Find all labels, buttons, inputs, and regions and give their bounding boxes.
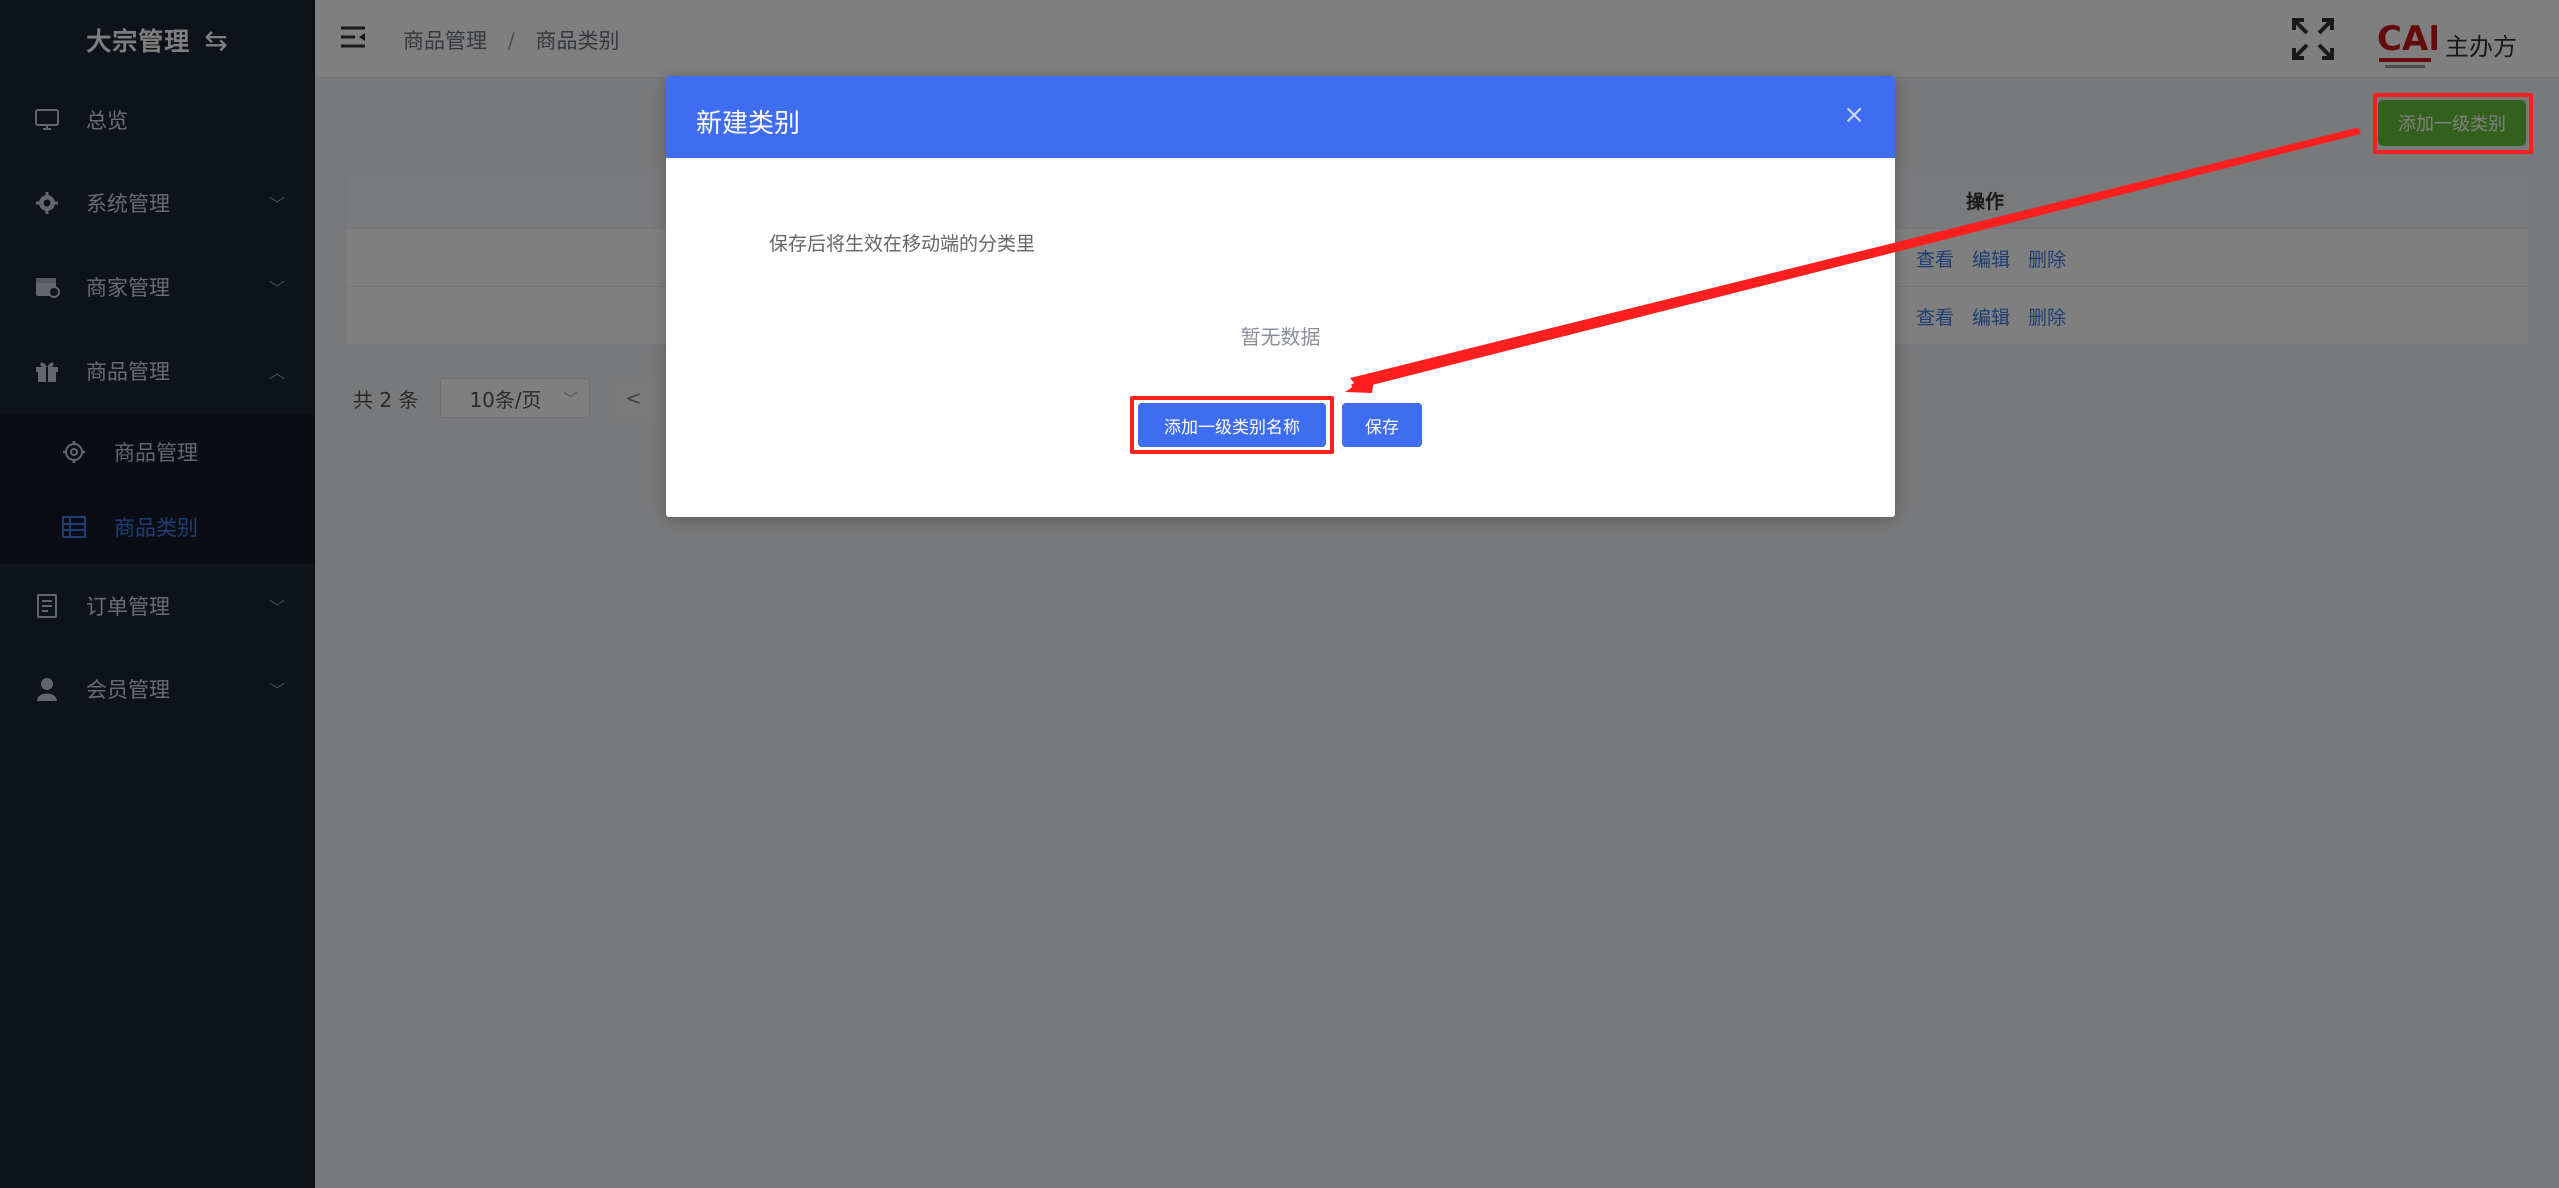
new-category-dialog: 新建类别 × 保存后将生效在移动端的分类里 暂无数据 添加一级类别名称 保存 xyxy=(666,76,1895,517)
dialog-title: 新建类别 xyxy=(696,109,801,139)
dialog-tip: 保存后将生效在移动端的分类里 xyxy=(769,233,1036,255)
save-button[interactable]: 保存 xyxy=(1342,403,1422,447)
empty-state: 暂无数据 xyxy=(1240,325,1321,349)
close-icon[interactable]: × xyxy=(1843,100,1865,130)
dialog-header: 新建类别 × xyxy=(666,76,1895,158)
highlight-box xyxy=(2373,93,2533,154)
add-category-name-button[interactable]: 添加一级类别名称 xyxy=(1138,403,1326,447)
